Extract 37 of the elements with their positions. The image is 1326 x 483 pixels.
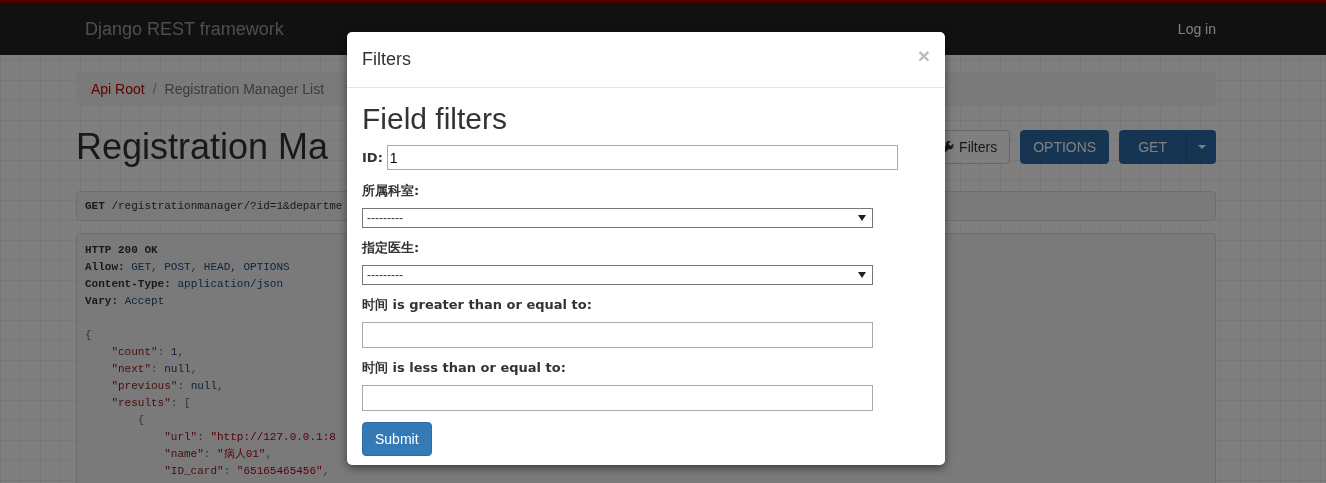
options-button[interactable]: OPTIONS	[1020, 130, 1110, 164]
json-line: "name": "病人01",	[163, 447, 273, 462]
json-line: "next": null,	[110, 362, 198, 377]
page-title: Registration Ma	[76, 126, 329, 168]
login-link[interactable]: Log in	[1177, 21, 1216, 37]
input-field[interactable]	[362, 385, 873, 411]
json-line: {	[136, 413, 145, 428]
header-line: Content-Type: application/json	[85, 277, 284, 292]
caret-icon	[858, 272, 866, 278]
json-line: "results": [	[110, 396, 191, 411]
json-line: "previous": null,	[110, 379, 224, 394]
caret-icon	[858, 215, 866, 221]
field-label: 指定医生:	[362, 239, 421, 257]
submit-button[interactable]: Submit	[362, 422, 432, 456]
section-heading: Field filters	[362, 102, 509, 136]
breadcrumb-link[interactable]: Registration Manager List	[164, 81, 325, 97]
header-line: Vary: Accept	[85, 294, 165, 309]
breadcrumb-separator: /	[152, 81, 157, 97]
field-label: 时间 is less than or equal to:	[362, 359, 567, 377]
select-field[interactable]: ---------	[362, 208, 873, 228]
input-field[interactable]: 1	[386, 145, 898, 170]
dialog-title: Filters	[362, 49, 411, 70]
select-field[interactable]: ---------	[362, 265, 873, 285]
breadcrumb-link[interactable]: Api Root	[91, 81, 145, 97]
dropdown-button[interactable]	[1186, 130, 1216, 164]
caret-icon	[1197, 144, 1206, 150]
header-line: Allow: GET, POST, HEAD, OPTIONS	[85, 260, 290, 275]
field-label: 时间 is greater than or equal to:	[362, 296, 593, 314]
json-line: "count": 1,	[110, 345, 185, 360]
status-line: HTTP 200 OK	[85, 243, 158, 258]
json-line: {	[85, 328, 92, 343]
json-line: "url": "http://127.0.0.1:8	[163, 430, 336, 445]
json-line: "ID_card": "65165465456",	[163, 464, 330, 479]
field-label: ID:	[362, 150, 383, 165]
brand-title[interactable]: Django REST framework	[85, 18, 284, 40]
input-field[interactable]	[362, 322, 873, 348]
get-button[interactable]: GET	[1119, 130, 1186, 164]
